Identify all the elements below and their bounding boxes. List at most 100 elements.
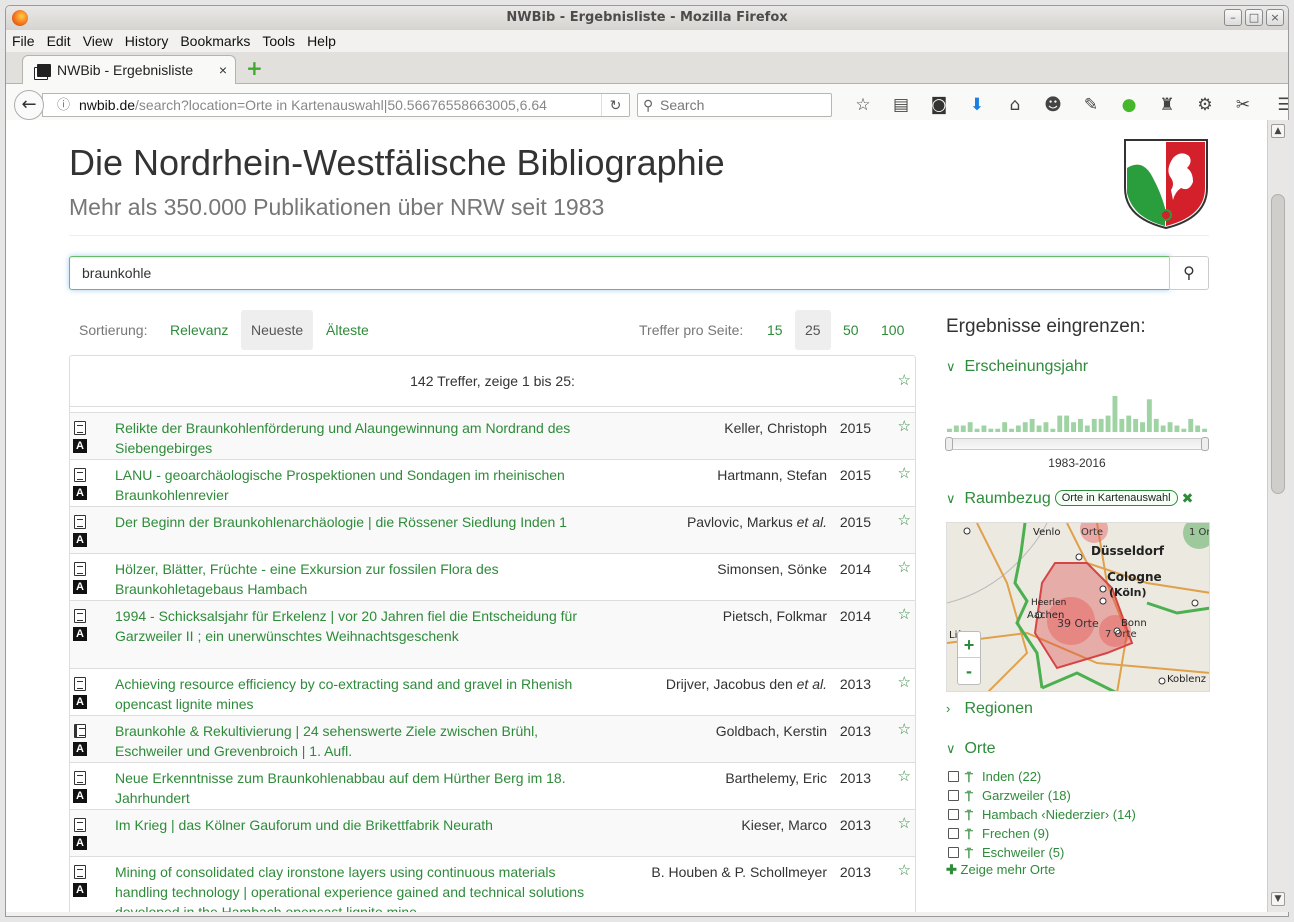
histogram-bar[interactable] (1167, 422, 1173, 432)
histogram-bar[interactable] (1057, 415, 1063, 432)
sort-aelteste[interactable]: Älteste (316, 310, 379, 350)
histogram-bar[interactable] (981, 425, 987, 433)
bookmark-star-icon[interactable]: ☆ (844, 94, 882, 116)
info-icon[interactable]: ⓘ (57, 94, 70, 116)
menu-history[interactable]: History (125, 33, 169, 49)
map-cluster-39[interactable]: 39 Orte (1057, 617, 1099, 630)
histogram-bar[interactable] (1188, 418, 1194, 432)
ort-label[interactable]: Eschweiler (5) (982, 845, 1064, 860)
histogram-bar[interactable] (1091, 418, 1097, 432)
result-title[interactable]: Hölzer, Blätter, Früchte - eine Exkursio… (115, 559, 605, 599)
histogram-bar[interactable] (1140, 422, 1145, 432)
reload-icon[interactable]: ↻ (601, 94, 629, 116)
ort-item[interactable]: ⍑ Inden (22) (946, 767, 1136, 786)
menu-file[interactable]: File (12, 33, 35, 49)
histogram-bar[interactable] (1195, 425, 1201, 433)
green-dot-icon[interactable]: ● (1110, 94, 1148, 116)
vertical-scrollbar[interactable]: ▲ ▼ (1267, 120, 1289, 912)
star-icon[interactable]: ☆ (898, 720, 911, 738)
histogram-bar[interactable] (1160, 425, 1166, 433)
histogram-bar[interactable] (1050, 428, 1056, 432)
checkbox[interactable] (948, 847, 959, 858)
histogram-bar[interactable] (1036, 425, 1042, 433)
scroll-up-icon[interactable]: ▲ (1271, 124, 1285, 138)
hamburger-menu-icon[interactable]: ☰ (1266, 94, 1288, 116)
show-more-orte-link[interactable]: ✚ Zeige mehr Orte (946, 862, 1055, 878)
home-icon[interactable]: ⌂ (996, 94, 1034, 116)
map-cluster-7[interactable]: 7 Orte (1105, 629, 1137, 640)
menu-view[interactable]: View (83, 33, 113, 49)
back-button[interactable]: ← (14, 90, 44, 120)
result-title[interactable]: Neue Erkenntnisse zum Braunkohlenabbau a… (115, 768, 605, 808)
star-icon[interactable]: ☆ (898, 673, 911, 691)
result-title[interactable]: LANU - geoarchäologische Prospektionen u… (115, 465, 605, 505)
scroll-down-icon[interactable]: ▼ (1271, 892, 1285, 906)
histogram-bar[interactable] (947, 428, 952, 432)
histogram-bar[interactable] (967, 422, 973, 432)
histogram-bar[interactable] (1022, 422, 1028, 432)
star-icon[interactable]: ☆ (898, 417, 911, 435)
histogram-bar[interactable] (1174, 425, 1180, 433)
histogram-bar[interactable] (1002, 422, 1008, 432)
tab-nwbib[interactable]: NWBib - Ergebnisliste × (22, 55, 236, 85)
zoom-in-button[interactable]: + (958, 632, 980, 658)
smiley-icon[interactable]: ☻ (1034, 94, 1072, 116)
ort-item[interactable]: ⍑ Hambach ‹Niederzier› (14) (946, 805, 1136, 824)
facet-raumbezug[interactable]: ∨ Raumbezug Orte in Kartenauswahl ✖ (946, 490, 1193, 508)
star-icon[interactable]: ☆ (898, 767, 911, 785)
sort-neueste[interactable]: Neueste (241, 310, 314, 350)
histogram-bar[interactable] (1029, 418, 1035, 432)
menu-tools[interactable]: Tools (262, 33, 295, 49)
histogram-bar[interactable] (1119, 418, 1125, 432)
facet-regionen[interactable]: › Regionen (946, 700, 1033, 718)
histogram-bar[interactable] (1084, 425, 1090, 433)
star-icon[interactable]: ☆ (898, 511, 911, 529)
histogram-bar[interactable] (995, 428, 1001, 432)
ort-item[interactable]: ⍑ Garzweiler (18) (946, 786, 1136, 805)
result-title[interactable]: Der Beginn der Braunkohlenarchäologie | … (115, 512, 605, 532)
result-title[interactable]: Relikte der Braunkohlenförderung und Ala… (115, 418, 605, 458)
ort-item[interactable]: ⍑ Frechen (9) (946, 824, 1136, 843)
star-icon[interactable]: ☆ (898, 814, 911, 832)
sort-relevanz[interactable]: Relevanz (160, 310, 238, 350)
star-icon[interactable]: ☆ (898, 558, 911, 576)
ort-label[interactable]: Inden (22) (982, 769, 1041, 784)
remove-filter-icon[interactable]: ✖ (1182, 490, 1194, 506)
histogram-bar[interactable] (1133, 418, 1139, 432)
histogram-bar[interactable] (1015, 425, 1021, 433)
histogram-bar[interactable] (1064, 415, 1070, 432)
addon-icon[interactable]: ⚙ (1186, 94, 1224, 116)
star-icon[interactable]: ☆ (898, 605, 911, 623)
histogram-bar[interactable] (953, 425, 959, 433)
map-cluster-north[interactable]: Orte (1081, 527, 1103, 538)
menu-edit[interactable]: Edit (47, 33, 71, 49)
close-window-button[interactable]: × (1266, 9, 1284, 26)
search-input[interactable]: ⚲ Search (637, 93, 832, 117)
checkbox[interactable] (948, 771, 959, 782)
close-tab-icon[interactable]: × (219, 56, 227, 84)
tools-icon[interactable]: ✂ (1224, 94, 1262, 116)
result-title[interactable]: Mining of consolidated clay ironstone la… (115, 862, 605, 912)
checkbox[interactable] (948, 809, 959, 820)
histogram-bar[interactable] (960, 425, 966, 433)
reading-list-icon[interactable]: ▤ (882, 94, 920, 116)
checkbox[interactable] (948, 790, 959, 801)
maximize-button[interactable]: □ (1245, 9, 1263, 26)
histogram-bar[interactable] (1071, 422, 1076, 432)
histogram-bar[interactable] (1181, 428, 1187, 432)
ort-label[interactable]: Garzweiler (18) (982, 788, 1071, 803)
histogram-bar[interactable] (1043, 422, 1049, 432)
slider-handle-end[interactable] (1201, 437, 1209, 451)
histogram-bar[interactable] (1126, 415, 1132, 432)
facet-orte[interactable]: ∨ Orte (946, 740, 996, 758)
result-title[interactable]: Braunkohle & Rekultivierung | 24 sehensw… (115, 721, 605, 761)
result-title[interactable]: Im Krieg | das Kölner Gauforum und die B… (115, 815, 605, 835)
checkbox[interactable] (948, 828, 959, 839)
map-cluster-east[interactable]: 1 Orte (1189, 527, 1210, 538)
result-title[interactable]: Achieving resource efficiency by co-extr… (115, 674, 605, 714)
url-bar[interactable]: ⓘ nwbib.de/search?location=Orte in Karte… (42, 93, 630, 117)
menu-help[interactable]: Help (307, 33, 336, 49)
zoom-out-button[interactable]: - (958, 658, 980, 684)
histogram-bar[interactable] (988, 428, 994, 432)
histogram-bar[interactable] (1098, 418, 1104, 432)
